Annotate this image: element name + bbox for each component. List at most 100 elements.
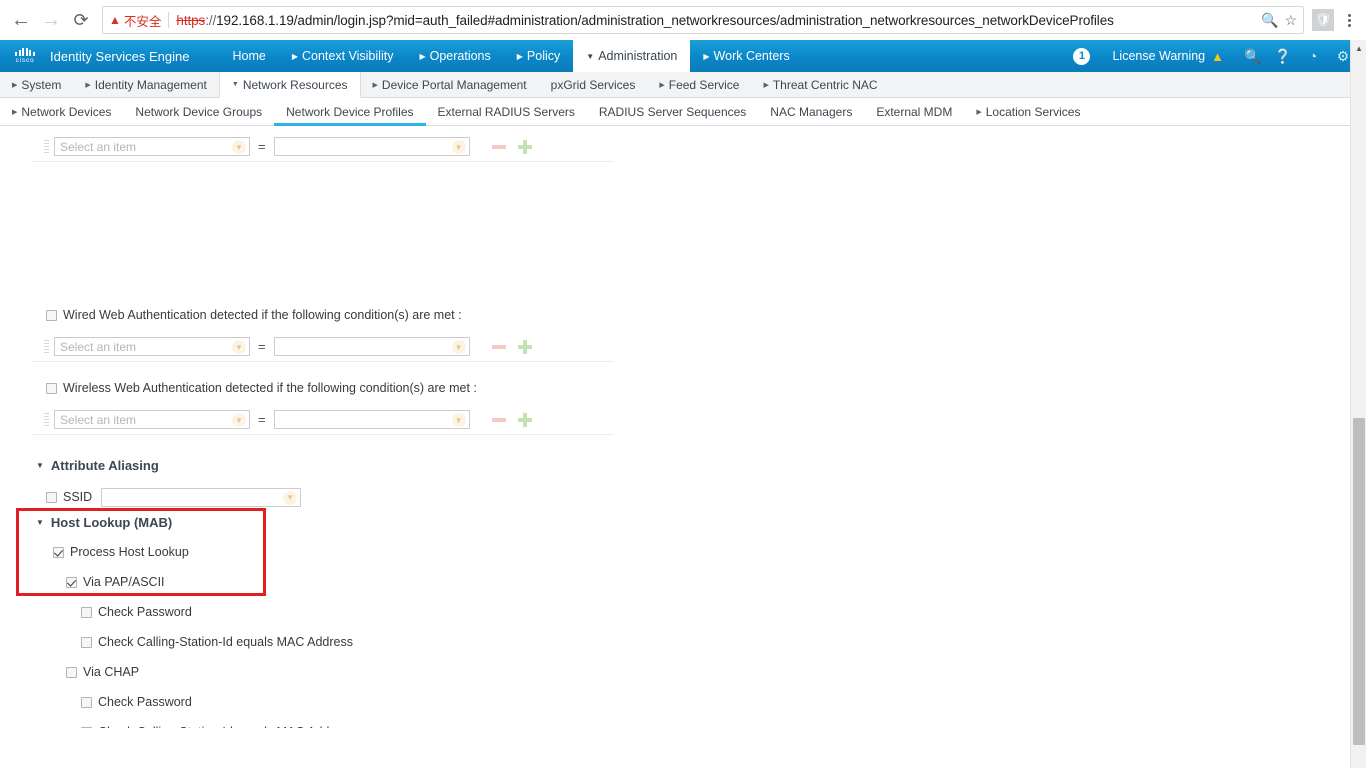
ise-header-bar: cisco Identity Services Engine Home ▶ Co…	[0, 40, 1366, 72]
via-chap-checkbox[interactable]	[66, 666, 77, 678]
drag-handle-icon[interactable]	[44, 412, 49, 427]
vertical-scrollbar[interactable]: ▲	[1350, 40, 1366, 768]
main-nav-item-policy[interactable]: ▶ Policy	[504, 40, 574, 72]
chap-check-password-row[interactable]: Check Password	[81, 691, 192, 713]
refresh-icon[interactable]: ◔	[1298, 40, 1328, 72]
search-icon[interactable]: 🔍	[1238, 40, 1268, 72]
license-warning-label[interactable]: License Warning	[1112, 49, 1205, 63]
main-nav-item-home[interactable]: Home	[219, 40, 278, 72]
sub-nav-item-feed-service[interactable]: ▶ Feed Service	[647, 72, 751, 98]
chap-check-calling-station-id-row[interactable]: Check Calling-Station-Id equals MAC Addr…	[81, 721, 353, 728]
chap-check-calling-station-id-checkbox[interactable]	[81, 726, 92, 728]
wired-web-auth-checkbox[interactable]	[46, 309, 57, 321]
process-host-lookup-label: Process Host Lookup	[70, 545, 189, 559]
cisco-wordmark: cisco	[15, 57, 35, 64]
host-lookup-title: Host Lookup (MAB)	[50, 515, 173, 530]
wireless-web-auth-checkbox[interactable]	[46, 382, 57, 394]
process-host-lookup-row[interactable]: Process Host Lookup	[53, 541, 189, 563]
url-rest: 192.168.1.19/admin/login.jsp?mid=auth_fa…	[216, 12, 1114, 28]
value-input[interactable]: ▼	[273, 137, 470, 156]
via-chap-row[interactable]: Via CHAP	[66, 661, 139, 683]
main-navigation: Home ▶ Context Visibility ▶ Operations ▶…	[219, 40, 802, 72]
sub-nav-label: Network Resources	[242, 77, 348, 92]
sub-nav-item-pxgrid-services[interactable]: pxGrid Services	[539, 72, 648, 98]
main-nav-item-work-centers[interactable]: ▶ Work Centers	[690, 40, 802, 72]
minus-icon[interactable]	[491, 344, 506, 349]
pap-check-calling-station-id-checkbox[interactable]	[81, 636, 92, 648]
plus-icon[interactable]	[517, 139, 532, 154]
plus-icon[interactable]	[517, 339, 532, 354]
attribute-select[interactable]: Select an item ▼	[54, 410, 250, 429]
wireless-web-auth-checkbox-row[interactable]: Wireless Web Authentication detected if …	[46, 377, 477, 399]
plus-icon[interactable]	[517, 412, 532, 427]
chevron-right-icon: ▶	[372, 82, 378, 89]
tab-nac-managers[interactable]: NAC Managers	[758, 98, 864, 126]
main-nav-item-context-visibility[interactable]: ▶ Context Visibility	[279, 40, 407, 72]
sub-nav-item-device-portal-management[interactable]: ▶ Device Portal Management	[361, 72, 539, 98]
main-nav-item-administration[interactable]: ▼ Administration	[573, 40, 691, 72]
sub-nav-item-network-resources[interactable]: ▼ Network Resources	[218, 72, 361, 98]
attribute-select[interactable]: Select an item ▼	[54, 137, 250, 156]
sub-nav-item-system[interactable]: ▶ System	[0, 72, 73, 98]
search-zoom-icon[interactable]: 🔍	[1261, 12, 1278, 29]
value-input[interactable]: ▼	[273, 410, 470, 429]
ssid-row[interactable]: SSID ▼	[46, 486, 302, 508]
main-nav-label: Operations	[429, 49, 491, 63]
attribute-aliasing-section-header[interactable]: ▼ Attribute Aliasing	[36, 458, 159, 473]
tab-external-mdm[interactable]: External MDM	[864, 98, 964, 126]
main-nav-item-operations[interactable]: ▶ Operations	[406, 40, 503, 72]
chevron-right-icon: ▶	[85, 82, 91, 89]
via-pap-ascii-row[interactable]: Via PAP/ASCII	[66, 571, 165, 593]
pap-check-calling-station-id-row[interactable]: Check Calling-Station-Id equals MAC Addr…	[81, 631, 353, 653]
value-input[interactable]: ▼	[273, 337, 470, 356]
attribute-select[interactable]: Select an item ▼	[54, 337, 250, 356]
sub-nav-item-threat-centric-nac[interactable]: ▶ Threat Centric NAC	[751, 72, 889, 98]
chevron-right-icon: ▶	[12, 109, 18, 116]
tab-label: External RADIUS Servers	[437, 105, 575, 119]
secondary-navigation: ▶ System ▶ Identity Management ▼ Network…	[0, 72, 1366, 98]
reload-button[interactable]: ⟳	[66, 5, 96, 35]
chevron-down-icon: ▼	[451, 340, 466, 354]
forward-button[interactable]: →	[36, 5, 66, 35]
tab-network-device-profiles[interactable]: Network Device Profiles	[274, 98, 426, 126]
minus-icon[interactable]	[491, 144, 506, 149]
sub-nav-label: System	[21, 78, 62, 92]
chevron-down-icon: ▼	[586, 51, 595, 61]
drag-handle-icon[interactable]	[44, 139, 49, 154]
cisco-logo-icon: cisco	[8, 48, 42, 64]
ssid-label: SSID	[63, 490, 93, 504]
chap-check-calling-station-id-label: Check Calling-Station-Id equals MAC Addr…	[98, 725, 353, 728]
process-host-lookup-checkbox[interactable]	[53, 546, 64, 558]
host-lookup-section-header[interactable]: ▼ Host Lookup (MAB)	[36, 515, 172, 530]
star-icon[interactable]: ☆	[1284, 12, 1297, 29]
attribute-select-value: Select an item	[60, 412, 137, 427]
security-status-chip[interactable]: ▲ 不安全	[109, 11, 161, 30]
tab-network-device-groups[interactable]: Network Device Groups	[123, 98, 274, 126]
tab-external-radius-servers[interactable]: External RADIUS Servers	[426, 98, 587, 126]
scrollbar-thumb[interactable]	[1353, 418, 1365, 745]
wired-web-auth-checkbox-row[interactable]: Wired Web Authentication detected if the…	[46, 304, 462, 326]
shield-extension-icon[interactable]: 🛡	[1312, 9, 1334, 31]
via-pap-ascii-checkbox[interactable]	[66, 576, 77, 588]
chevron-down-icon: ▼	[231, 81, 239, 88]
pap-check-password-checkbox[interactable]	[81, 606, 92, 618]
tab-location-services[interactable]: ▶ Location Services	[964, 98, 1092, 126]
minus-icon[interactable]	[491, 417, 506, 422]
ssid-checkbox[interactable]	[46, 491, 57, 503]
address-bar[interactable]: ▲ 不安全 https://192.168.1.19/admin/login.j…	[102, 6, 1304, 34]
back-button[interactable]: ←	[6, 5, 36, 35]
tab-label: NAC Managers	[770, 105, 853, 119]
ssid-select[interactable]: ▼	[101, 487, 302, 507]
tab-radius-server-sequences[interactable]: RADIUS Server Sequences	[587, 98, 758, 126]
notification-badge[interactable]: 1	[1073, 47, 1091, 65]
pap-check-password-row[interactable]: Check Password	[81, 601, 192, 623]
tab-label: Network Devices	[21, 105, 112, 119]
sub-nav-item-identity-management[interactable]: ▶ Identity Management	[73, 72, 218, 98]
drag-handle-icon[interactable]	[44, 339, 49, 354]
main-nav-label: Administration	[598, 49, 678, 63]
scroll-up-arrow-icon[interactable]: ▲	[1351, 40, 1366, 57]
help-icon[interactable]: ❔	[1268, 40, 1298, 72]
three-dot-menu-icon[interactable]	[1338, 13, 1360, 27]
chap-check-password-checkbox[interactable]	[81, 696, 92, 708]
tab-network-devices[interactable]: ▶ Network Devices	[0, 98, 123, 126]
